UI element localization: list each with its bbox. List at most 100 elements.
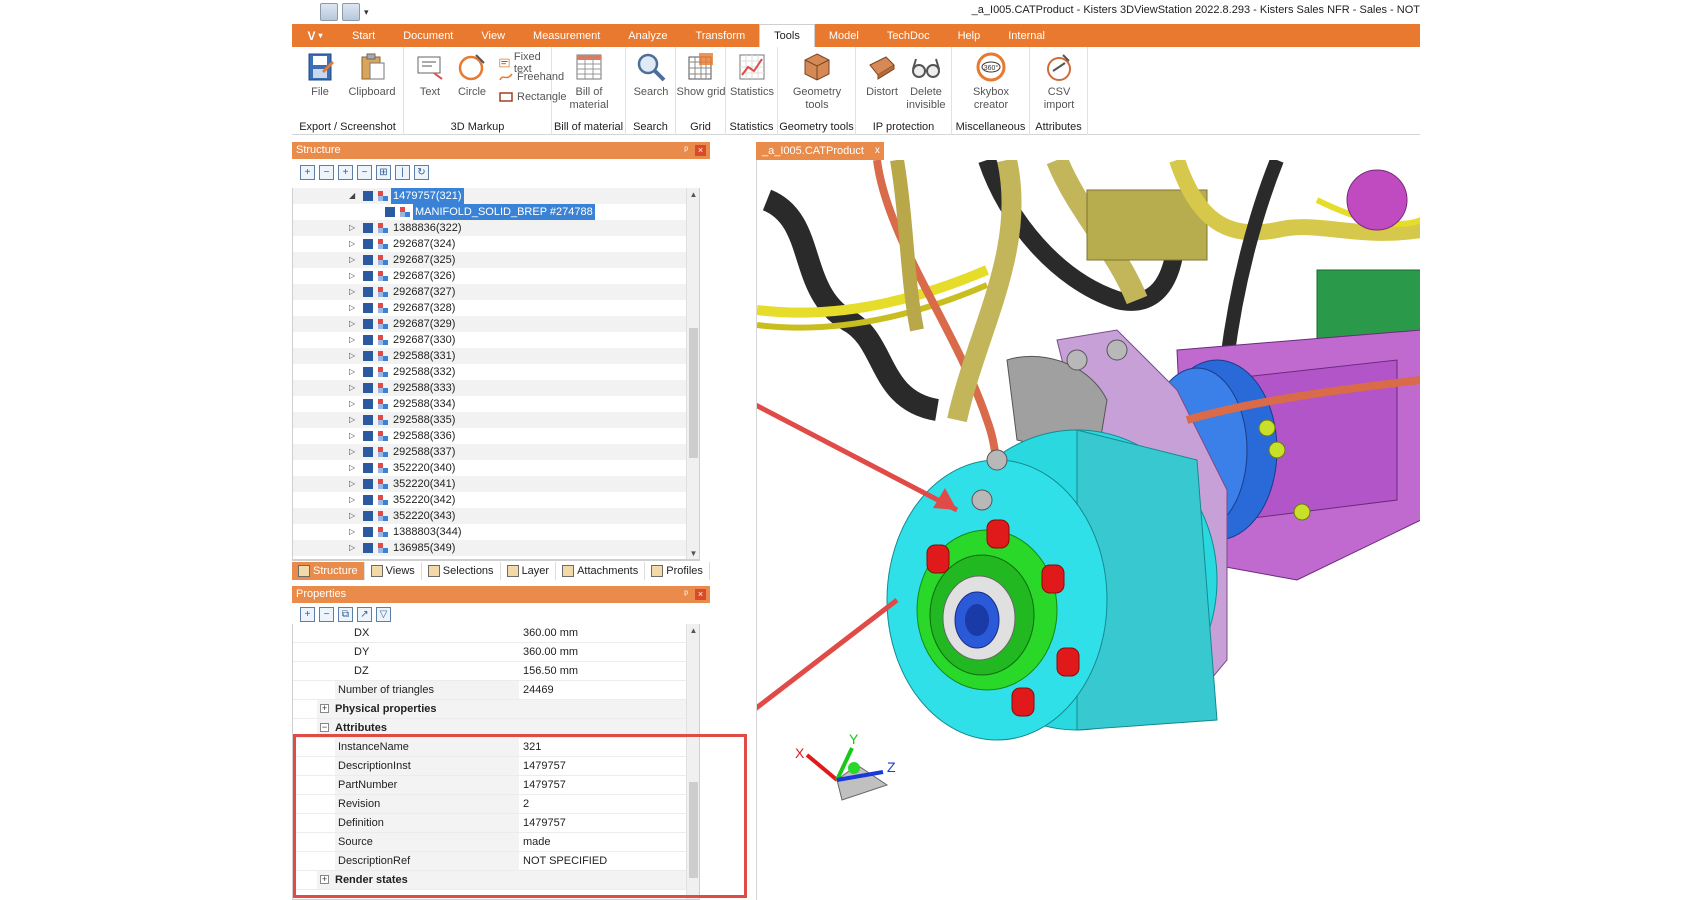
tab-tools[interactable]: Tools [759, 24, 815, 47]
close-icon[interactable]: × [695, 145, 706, 156]
collapse-all-icon[interactable]: − [319, 164, 334, 180]
collapse-icon[interactable]: − [320, 723, 329, 732]
3d-viewport[interactable]: X Y Z [756, 160, 1420, 900]
collapsed-triangle-icon[interactable]: ▷ [349, 364, 358, 380]
columns-icon[interactable]: | [395, 164, 410, 180]
search-button[interactable]: Search [625, 51, 677, 99]
tab-start[interactable]: Start [338, 24, 389, 47]
copy-icon[interactable]: ⧉ [338, 606, 353, 622]
tab-views[interactable]: Views [365, 561, 422, 580]
tree-row[interactable]: ▷ 292687(329) [293, 316, 689, 332]
collapsed-triangle-icon[interactable]: ▷ [349, 268, 358, 284]
collapsed-triangle-icon[interactable]: ▷ [349, 492, 358, 508]
visibility-checkbox[interactable] [363, 367, 373, 377]
collapsed-triangle-icon[interactable]: ▷ [349, 300, 358, 316]
tab-structure[interactable]: Structure [292, 561, 365, 580]
visibility-checkbox[interactable] [363, 495, 373, 505]
collapsed-triangle-icon[interactable]: ▷ [349, 316, 358, 332]
pin-icon[interactable]: ᵖ [684, 586, 688, 603]
expand-icon[interactable]: + [320, 704, 329, 713]
tree-row[interactable]: ▷ 292687(325) [293, 252, 689, 268]
visibility-checkbox[interactable] [385, 207, 395, 217]
visibility-checkbox[interactable] [363, 415, 373, 425]
tab-attachments[interactable]: Attachments [556, 561, 646, 580]
3d-model-render[interactable]: X Y Z [757, 160, 1420, 900]
collapsed-triangle-icon[interactable]: ▷ [349, 380, 358, 396]
collapsed-triangle-icon[interactable]: ▷ [349, 476, 358, 492]
collapse-all-icon[interactable]: − [319, 606, 334, 622]
collapsed-triangle-icon[interactable]: ▷ [349, 508, 358, 524]
tab-help[interactable]: Help [944, 24, 995, 47]
split-icon[interactable]: ⊞ [376, 164, 391, 180]
collapsed-triangle-icon[interactable]: ▷ [349, 412, 358, 428]
visibility-checkbox[interactable] [363, 255, 373, 265]
tree-row[interactable]: ▷ 292687(327) [293, 284, 689, 300]
tree-row[interactable]: ▷ 292588(335) [293, 412, 689, 428]
visibility-checkbox[interactable] [363, 431, 373, 441]
tree-row[interactable]: MANIFOLD_SOLID_BREP #274788 [293, 204, 689, 220]
visibility-checkbox[interactable] [363, 399, 373, 409]
filter-icon[interactable]: ▽ [376, 606, 391, 622]
csv-import-button[interactable]: CSV import [1033, 51, 1085, 112]
document-tab[interactable]: _a_I005.CATProduct x [756, 142, 884, 160]
tree-row[interactable]: ▷ 352220(343) [293, 508, 689, 524]
app-menu-button[interactable]: V ▾ [292, 24, 338, 47]
visibility-checkbox[interactable] [363, 191, 373, 201]
visibility-checkbox[interactable] [363, 287, 373, 297]
tab-measurement[interactable]: Measurement [519, 24, 614, 47]
visibility-checkbox[interactable] [363, 319, 373, 329]
visibility-checkbox[interactable] [363, 303, 373, 313]
expand-all-icon[interactable]: + [300, 606, 315, 622]
expanded-triangle-icon[interactable]: ◢ [349, 188, 358, 204]
bom-button[interactable]: Bill of material [563, 51, 615, 112]
collapse-level-icon[interactable]: − [357, 164, 372, 180]
show-grid-button[interactable]: Show grid [675, 51, 727, 99]
tab-analyze[interactable]: Analyze [614, 24, 681, 47]
tab-internal[interactable]: Internal [994, 24, 1059, 47]
close-icon[interactable]: × [695, 589, 706, 600]
scroll-up-icon[interactable]: ▲ [687, 626, 699, 635]
property-section[interactable]: Physical properties + [293, 700, 689, 719]
tab-view[interactable]: View [467, 24, 519, 47]
skybox-creator-button[interactable]: 360° Skybox creator [965, 51, 1017, 112]
qat-dropdown-icon[interactable]: ▾ [364, 3, 369, 21]
visibility-checkbox[interactable] [363, 239, 373, 249]
collapsed-triangle-icon[interactable]: ▷ [349, 332, 358, 348]
refresh-icon[interactable]: ↻ [414, 164, 429, 180]
expand-level-icon[interactable]: + [338, 164, 353, 180]
tab-layer[interactable]: Layer [501, 561, 557, 580]
collapsed-triangle-icon[interactable]: ▷ [349, 348, 358, 364]
visibility-checkbox[interactable] [363, 335, 373, 345]
collapsed-triangle-icon[interactable]: ▷ [349, 460, 358, 476]
visibility-checkbox[interactable] [363, 479, 373, 489]
delete-invisible-button[interactable]: Delete invisible [900, 51, 952, 112]
tab-document[interactable]: Document [389, 24, 467, 47]
tree-row[interactable]: ◢ 1479757(321) [293, 188, 689, 204]
tree-row[interactable]: ▷ 292588(334) [293, 396, 689, 412]
structure-scrollbar[interactable]: ▲ ▼ [686, 188, 699, 559]
scroll-up-icon[interactable]: ▲ [687, 190, 699, 199]
collapsed-triangle-icon[interactable]: ▷ [349, 252, 358, 268]
file-button[interactable]: File [294, 51, 346, 99]
tree-row[interactable]: ▷ 352220(340) [293, 460, 689, 476]
tree-row[interactable]: ▷ 292588(332) [293, 364, 689, 380]
export-icon[interactable]: ↗ [357, 606, 372, 622]
tab-profiles[interactable]: Profiles [645, 561, 710, 580]
scroll-down-icon[interactable]: ▼ [687, 549, 699, 558]
visibility-checkbox[interactable] [363, 271, 373, 281]
tree-row[interactable]: ▷ 292687(324) [293, 236, 689, 252]
tree-row[interactable]: ▷ 292687(326) [293, 268, 689, 284]
visibility-checkbox[interactable] [363, 527, 373, 537]
pin-icon[interactable]: ᵖ [684, 142, 688, 159]
tree-row[interactable]: ▷ 136985(349) [293, 540, 689, 556]
tree-row[interactable]: ▷ 292687(328) [293, 300, 689, 316]
collapsed-triangle-icon[interactable]: ▷ [349, 284, 358, 300]
visibility-checkbox[interactable] [363, 223, 373, 233]
tree-row[interactable]: ▷ 352220(342) [293, 492, 689, 508]
tree-row[interactable]: ▷ 292588(337) [293, 444, 689, 460]
tree-row[interactable]: ▷ 1388836(322) [293, 220, 689, 236]
tab-transform[interactable]: Transform [681, 24, 759, 47]
collapsed-triangle-icon[interactable]: ▷ [349, 540, 358, 556]
visibility-checkbox[interactable] [363, 463, 373, 473]
tree-row[interactable]: ▷ 352220(341) [293, 476, 689, 492]
